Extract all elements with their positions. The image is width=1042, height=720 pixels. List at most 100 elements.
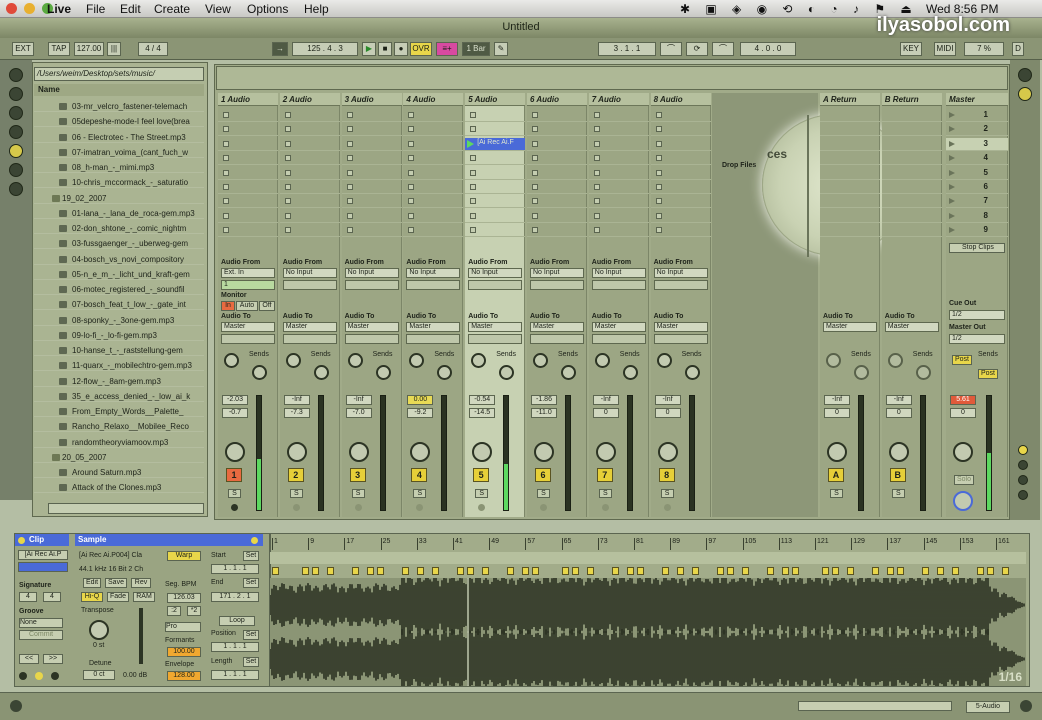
- warp-marker[interactable]: [767, 567, 774, 575]
- monitor-auto-button[interactable]: Auto: [236, 301, 258, 311]
- browser-file[interactable]: 01-lana_-_lana_de_roca-gem.mp3: [34, 208, 204, 219]
- volume-field[interactable]: -Inf: [885, 395, 912, 405]
- clip-slot[interactable]: [465, 195, 526, 209]
- browser-search-field[interactable]: [48, 503, 204, 514]
- loop-length-field[interactable]: 4 . 0 . 0: [740, 42, 796, 56]
- menu-view[interactable]: View: [205, 2, 231, 16]
- hot-swap-icon[interactable]: [9, 163, 23, 177]
- expand-view-icon[interactable]: [10, 700, 22, 712]
- clip-slot[interactable]: [465, 167, 526, 180]
- track-title[interactable]: 3 Audio: [341, 93, 402, 106]
- audio-from-selector[interactable]: No Input: [344, 268, 399, 278]
- clip-stop-button[interactable]: [655, 227, 662, 234]
- return-activator-button[interactable]: B: [889, 468, 906, 482]
- output-channel-selector[interactable]: [282, 334, 337, 344]
- input-channel-selector[interactable]: [530, 280, 584, 290]
- pan-field[interactable]: -7.3: [283, 408, 310, 418]
- clip-stop-button[interactable]: [346, 198, 353, 205]
- solo-button[interactable]: S: [830, 489, 843, 498]
- input-channel-selector[interactable]: 1: [221, 280, 275, 290]
- quantization-menu[interactable]: 1 Bar: [462, 42, 490, 56]
- position-set-button[interactable]: Set: [243, 630, 259, 640]
- send-b-knob[interactable]: [375, 365, 391, 380]
- warp-marker[interactable]: [402, 567, 409, 575]
- follow-button[interactable]: →: [272, 42, 288, 56]
- warp-marker[interactable]: [922, 567, 929, 575]
- scene-launch[interactable]: 8: [946, 210, 1008, 223]
- clip-slot[interactable]: [341, 167, 402, 180]
- clip-stop-button[interactable]: [532, 212, 538, 219]
- expand-detail-icon[interactable]: [1020, 700, 1032, 712]
- clip-slot[interactable]: [218, 167, 278, 180]
- pan-knob[interactable]: [534, 442, 554, 462]
- loop-start-field[interactable]: 3 . 1 . 1: [598, 42, 656, 56]
- overdub-button[interactable]: OVR: [410, 42, 432, 56]
- warp-marker[interactable]: [302, 567, 309, 575]
- browser-file[interactable]: 08_h-man_-_mimi.mp3: [34, 162, 204, 173]
- clip-slot[interactable]: [279, 195, 340, 209]
- menu-file[interactable]: File: [86, 2, 105, 16]
- clip-stop-button[interactable]: [284, 155, 291, 162]
- cue-out-selector[interactable]: 1/2: [949, 310, 1005, 320]
- clip-slot[interactable]: [650, 224, 711, 238]
- clip-stop-button[interactable]: [593, 169, 600, 176]
- overview-scroller[interactable]: [798, 701, 952, 711]
- clip-stop-button[interactable]: [532, 227, 538, 234]
- clip-stop-button[interactable]: [284, 140, 291, 147]
- end-set-button[interactable]: Set: [243, 578, 259, 588]
- clip-slot[interactable]: [403, 181, 464, 194]
- warp-marker[interactable]: [532, 567, 539, 575]
- warp-marker[interactable]: [727, 567, 734, 575]
- output-channel-selector[interactable]: [653, 334, 708, 344]
- track-title[interactable]: 1 Audio: [218, 93, 278, 106]
- warp-marker[interactable]: [587, 567, 594, 575]
- clip-slot[interactable]: [341, 224, 402, 238]
- track-title[interactable]: A Return: [820, 93, 880, 106]
- clip-slot[interactable]: [465, 181, 526, 194]
- volume-field[interactable]: -Inf: [345, 395, 372, 405]
- scene-launch[interactable]: 9: [946, 224, 1008, 238]
- pan-field[interactable]: -7.0: [345, 408, 372, 418]
- solo-button[interactable]: S: [891, 489, 905, 498]
- clip-slot[interactable]: [527, 181, 587, 194]
- browser-file[interactable]: 05-n_e_m_-_licht_und_kraft-gem: [34, 269, 204, 280]
- warp-marker[interactable]: [637, 567, 644, 575]
- clip-name-field[interactable]: [Ai Rec Ai.P: [18, 550, 68, 560]
- solo-button[interactable]: S: [289, 489, 303, 498]
- scene-launch[interactable]: 5: [946, 167, 1008, 180]
- clip-stop-button[interactable]: [532, 140, 538, 147]
- clip-stop-button[interactable]: [284, 198, 291, 205]
- scene-play-icon[interactable]: [949, 112, 955, 118]
- arm-button[interactable]: [663, 504, 671, 511]
- clip-stop-button[interactable]: [655, 112, 662, 118]
- session-view-icon[interactable]: [1018, 68, 1032, 82]
- plugin-devices-icon[interactable]: [9, 87, 23, 101]
- clip-stop-button[interactable]: [346, 126, 353, 133]
- track-title[interactable]: 7 Audio: [588, 93, 649, 106]
- audio-to-selector[interactable]: Master: [282, 322, 337, 332]
- play-button[interactable]: ▶: [362, 42, 376, 56]
- warp-marker[interactable]: [847, 567, 854, 575]
- browser-folder[interactable]: 19_02_2007: [34, 193, 204, 204]
- clip-slot[interactable]: [650, 138, 711, 151]
- clip-slot[interactable]: [218, 152, 278, 166]
- clip-stop-button[interactable]: [346, 112, 353, 118]
- arrangement-view-icon[interactable]: [1018, 87, 1032, 101]
- clip-stop-button[interactable]: [532, 198, 538, 205]
- warp-marker[interactable]: [627, 567, 634, 575]
- track-activator-button[interactable]: 3: [349, 468, 366, 482]
- volume-field[interactable]: -Inf: [283, 395, 310, 405]
- tempo-field[interactable]: 127.00: [74, 42, 104, 56]
- clip-stop-button[interactable]: [346, 140, 353, 147]
- clip-color-selector[interactable]: [18, 562, 68, 572]
- transpose-knob[interactable]: [89, 620, 109, 640]
- solo-button[interactable]: S: [598, 489, 612, 498]
- warp-marker[interactable]: [432, 567, 439, 575]
- clip-slot[interactable]: [588, 195, 649, 209]
- browser-column-header[interactable]: Name: [34, 84, 204, 96]
- browser-file[interactable]: 06 - Electrotec - The Street.mp3: [34, 132, 204, 143]
- warp-marker[interactable]: [952, 567, 959, 575]
- audio-from-selector[interactable]: Ext. In: [221, 268, 275, 278]
- browser-file[interactable]: 06-motec_registered_-_soundfil: [34, 284, 204, 295]
- track-activator-button[interactable]: 1: [226, 468, 242, 482]
